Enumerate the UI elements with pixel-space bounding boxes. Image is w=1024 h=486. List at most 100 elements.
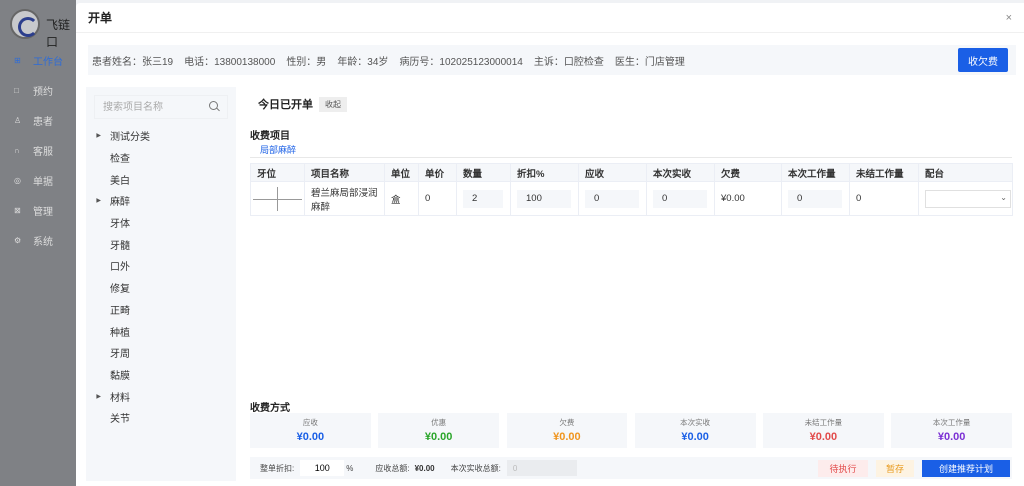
- pending-button[interactable]: 待执行: [818, 460, 868, 477]
- app-logo-icon: [10, 9, 40, 39]
- item-name: 碧兰麻局部浸润麻醉: [304, 181, 385, 216]
- category-panel: ▶测试分类检查美白▶麻醉牙体牙髓口外修复正畸种植牙周黏膜▶材料关节: [86, 87, 236, 481]
- unit-cell: 盒: [384, 181, 419, 216]
- nav-item-label: 单据: [33, 176, 53, 188]
- nav-item[interactable]: ⊞ 工作台: [0, 47, 76, 73]
- tooth-chart-icon[interactable]: [251, 183, 304, 215]
- category-item[interactable]: 关节: [86, 407, 236, 429]
- payment-card: 未结工作量 ¥0.00: [763, 413, 884, 448]
- category-item-label: 黏膜: [110, 370, 130, 382]
- today-title: 今日已开单: [258, 99, 313, 111]
- price-cell: 0: [418, 181, 457, 216]
- category-item[interactable]: 牙周: [86, 342, 236, 364]
- category-item[interactable]: 种植: [86, 320, 236, 342]
- payment-card: 本次实收 ¥0.00: [634, 413, 756, 448]
- payment-card-value: ¥0.00: [296, 431, 325, 443]
- category-item[interactable]: 美白: [86, 168, 236, 190]
- nav-item[interactable]: ♙ 患者: [0, 107, 76, 133]
- actual-total-label: 本次实收总额:: [450, 463, 501, 473]
- payment-card: 本次工作量 ¥0.00: [891, 413, 1012, 448]
- category-item[interactable]: ▶ 测试分类: [86, 125, 236, 147]
- receivable-cell: [578, 181, 647, 216]
- discount-input[interactable]: [300, 460, 345, 476]
- nav-item[interactable]: ⊠ 管理: [0, 197, 76, 223]
- category-item-label: 正畸: [110, 305, 130, 317]
- category-item[interactable]: ▶ 材料: [86, 385, 236, 407]
- caret-right-icon[interactable]: ▶: [86, 132, 110, 139]
- payment-card: 欠费 ¥0.00: [506, 413, 628, 448]
- today-bar: 今日已开单 收起: [258, 96, 347, 112]
- category-item-label: 牙周: [110, 349, 130, 361]
- category-item-label: 美白: [110, 175, 130, 187]
- category-item-label: 测试分类: [110, 132, 150, 144]
- discount-label: 整单折扣:: [260, 463, 295, 473]
- nav-item[interactable]: □ 预约: [0, 77, 76, 103]
- column-header: 应收: [578, 163, 647, 182]
- discount-percent-input[interactable]: [517, 189, 571, 208]
- tab-local-anesthesia[interactable]: 局部麻醉: [260, 143, 297, 158]
- search-input[interactable]: [94, 95, 228, 119]
- column-header: 数量: [456, 163, 511, 182]
- create-plan-button[interactable]: 创建推荐计划: [922, 460, 1010, 477]
- category-item-label: 修复: [110, 284, 130, 296]
- collect-debt-button[interactable]: 收欠费: [958, 48, 1008, 72]
- payment-card-label: 本次实收: [680, 418, 711, 427]
- paid-input[interactable]: [653, 189, 707, 208]
- tooth-cell[interactable]: [250, 181, 305, 216]
- payment-cards: 应收 ¥0.00 优惠 ¥0.00 欠费 ¥0.00 本次实收 ¥0.00 未结工作量 ¥0.00…: [250, 413, 1012, 448]
- discount-cell: [510, 181, 579, 216]
- payment-card-label: 优惠: [431, 418, 447, 427]
- close-icon[interactable]: ×: [1006, 12, 1012, 24]
- category-item-label: 关节: [110, 414, 130, 426]
- category-item-label: 口外: [110, 262, 130, 274]
- column-header: 未结工作量: [849, 163, 919, 182]
- category-item[interactable]: 牙体: [86, 212, 236, 234]
- category-item[interactable]: 检查: [86, 147, 236, 169]
- quantity-input[interactable]: [463, 189, 503, 208]
- nav-item-label: 工作台: [33, 56, 63, 68]
- workload-input[interactable]: [788, 189, 842, 208]
- calendar-icon: □: [14, 85, 19, 95]
- assistant-cell: ⌄: [918, 181, 1013, 216]
- category-item-label: 牙体: [110, 219, 130, 231]
- category-item[interactable]: ▶ 麻醉: [86, 190, 236, 212]
- search-icon[interactable]: [209, 101, 218, 110]
- category-item[interactable]: 牙髓: [86, 233, 236, 255]
- nav-item[interactable]: ◎ 单据: [0, 167, 76, 193]
- patient-info-bar: 患者姓名：张三19 电话：13800138000 性别：男 年龄：34岁 病历号…: [88, 45, 1016, 75]
- paid-cell: [646, 181, 715, 216]
- caret-right-icon[interactable]: ▶: [86, 197, 110, 204]
- category-item[interactable]: 口外: [86, 255, 236, 277]
- collapse-button[interactable]: 收起: [319, 96, 347, 112]
- category-item[interactable]: 修复: [86, 277, 236, 299]
- category-tree: ▶ 测试分类 检查 美白 ▶ 麻醉 牙体 牙髓 口外 修复 正畸 种植 牙周 黏膜 ▶ 材料 关节: [86, 125, 236, 429]
- category-item[interactable]: 黏膜: [86, 364, 236, 386]
- column-header: 本次工作量: [781, 163, 850, 182]
- payment-card-label: 应收: [302, 418, 318, 427]
- patient-doctor: 医生：门店管理: [614, 56, 685, 68]
- actual-total-input[interactable]: [506, 460, 577, 476]
- payment-card-label: 未结工作量: [804, 418, 843, 427]
- nav-item[interactable]: ∩ 客服: [0, 137, 76, 163]
- footer-bar: 整单折扣: % 应收总额: ¥0.00 本次实收总额: 待执行 暂存 创建推荐计…: [250, 457, 1012, 479]
- category-item[interactable]: 正畸: [86, 299, 236, 321]
- chevron-down-icon: ⌄: [1000, 192, 1007, 202]
- receivable-input[interactable]: [585, 189, 639, 208]
- payment-card-value: ¥0.00: [681, 431, 709, 443]
- percent-label: %: [346, 463, 354, 473]
- table-row: 碧兰麻局部浸润麻醉盒0¥0.000⌄: [250, 181, 1013, 216]
- total-label: 应收总额:: [375, 463, 410, 473]
- category-item-label: 牙髓: [110, 240, 130, 252]
- caret-right-icon[interactable]: ▶: [86, 393, 110, 400]
- patient-name: 患者姓名：张三19: [92, 56, 174, 68]
- column-header: 配台: [918, 163, 1013, 182]
- assistant-select[interactable]: ⌄: [925, 189, 1011, 208]
- nav-item[interactable]: ⚙ 系统: [0, 227, 76, 253]
- save-draft-button[interactable]: 暂存: [876, 460, 914, 477]
- column-header: 单价: [418, 163, 457, 182]
- nav-item-label: 管理: [33, 206, 53, 218]
- patient-age: 年龄：34岁: [337, 56, 389, 68]
- column-header: 折扣%: [510, 163, 579, 182]
- patient-complaint: 主诉：口腔检查: [533, 56, 604, 68]
- column-header: 欠费: [714, 163, 782, 182]
